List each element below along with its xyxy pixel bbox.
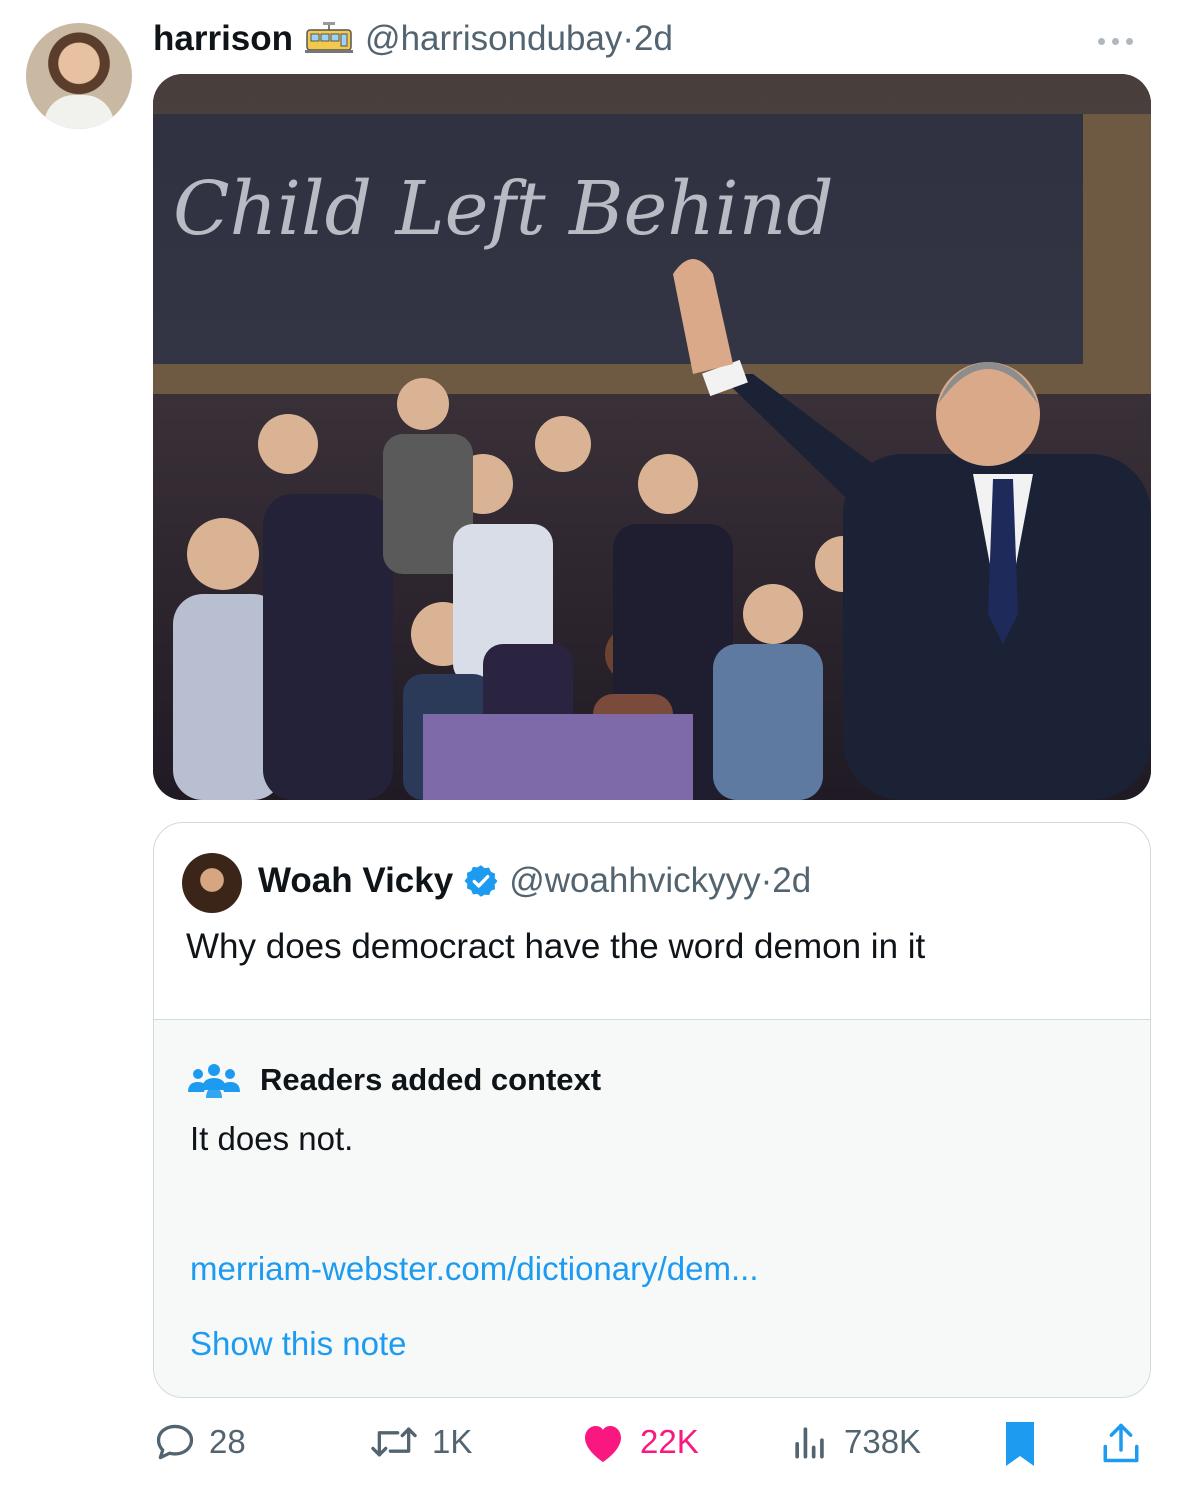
quoted-author-name[interactable]: Woah Vicky xyxy=(258,861,453,901)
quoted-author-handle[interactable]: @woahhvickyyy xyxy=(509,861,760,901)
repost-icon xyxy=(371,1427,417,1457)
photo-illustration: Child Left Behind xyxy=(153,74,1151,800)
like-button[interactable]: 22K xyxy=(578,1420,699,1464)
reply-button[interactable]: 28 xyxy=(153,1420,246,1464)
views-icon xyxy=(795,1427,824,1459)
separator-dot: · xyxy=(622,19,635,58)
quoted-post-text: Why does democract have the word demon i… xyxy=(186,927,926,966)
post-time[interactable]: 2d xyxy=(634,19,673,59)
tram-car-icon xyxy=(305,22,354,53)
repost-count: 1K xyxy=(432,1423,473,1460)
action-bar: 28 1K 22K 738K xyxy=(0,1420,1179,1472)
like-count: 22K xyxy=(640,1423,699,1460)
author-avatar[interactable] xyxy=(26,23,132,129)
community-note-header: Readers added context xyxy=(188,1060,601,1100)
view-count: 738K xyxy=(844,1423,922,1460)
share-icon xyxy=(1103,1423,1139,1463)
views-button[interactable]: 738K xyxy=(788,1420,921,1464)
quoted-post[interactable]: Woah Vicky @woahhvickyyy · 2d Why does d… xyxy=(153,822,1151,1398)
quoted-post-header: Woah Vicky @woahhvickyyy · 2d xyxy=(258,861,811,901)
bookmark-button[interactable] xyxy=(1000,1420,1040,1468)
community-note-body: It does not. xyxy=(190,1120,354,1157)
reply-icon xyxy=(156,1424,194,1460)
repost-button[interactable]: 1K xyxy=(368,1420,472,1464)
chalkboard-text: Child Left Behind xyxy=(173,166,834,252)
show-note-link[interactable]: Show this note xyxy=(190,1325,406,1363)
bookmark-icon xyxy=(1006,1422,1034,1466)
heart-icon xyxy=(585,1426,621,1462)
avatar-shirt xyxy=(44,95,114,129)
reply-count: 28 xyxy=(209,1423,246,1460)
quoted-separator-dot: · xyxy=(760,861,773,900)
share-button[interactable] xyxy=(1100,1420,1142,1466)
post-image[interactable]: Child Left Behind xyxy=(153,74,1151,800)
community-note-title: Readers added context xyxy=(260,1062,602,1097)
community-note[interactable]: Readers added context It does not. merri… xyxy=(154,1019,1150,1397)
author-name[interactable]: harrison xyxy=(153,19,293,59)
quoted-post-time[interactable]: 2d xyxy=(772,861,811,901)
quoted-author-avatar[interactable] xyxy=(182,853,242,913)
verified-badge-icon xyxy=(464,865,498,897)
community-note-source-link[interactable]: merriam-webster.com/dictionary/dem... xyxy=(190,1250,759,1288)
quoted-post-content: Woah Vicky @woahhvickyyy · 2d Why does d… xyxy=(154,823,1150,1019)
people-icon xyxy=(188,1064,240,1098)
post-header: harrison @harrisondubay · 2d xyxy=(153,18,673,60)
more-options-icon[interactable] xyxy=(1098,38,1133,45)
author-handle[interactable]: @harrisondubay xyxy=(365,19,622,59)
